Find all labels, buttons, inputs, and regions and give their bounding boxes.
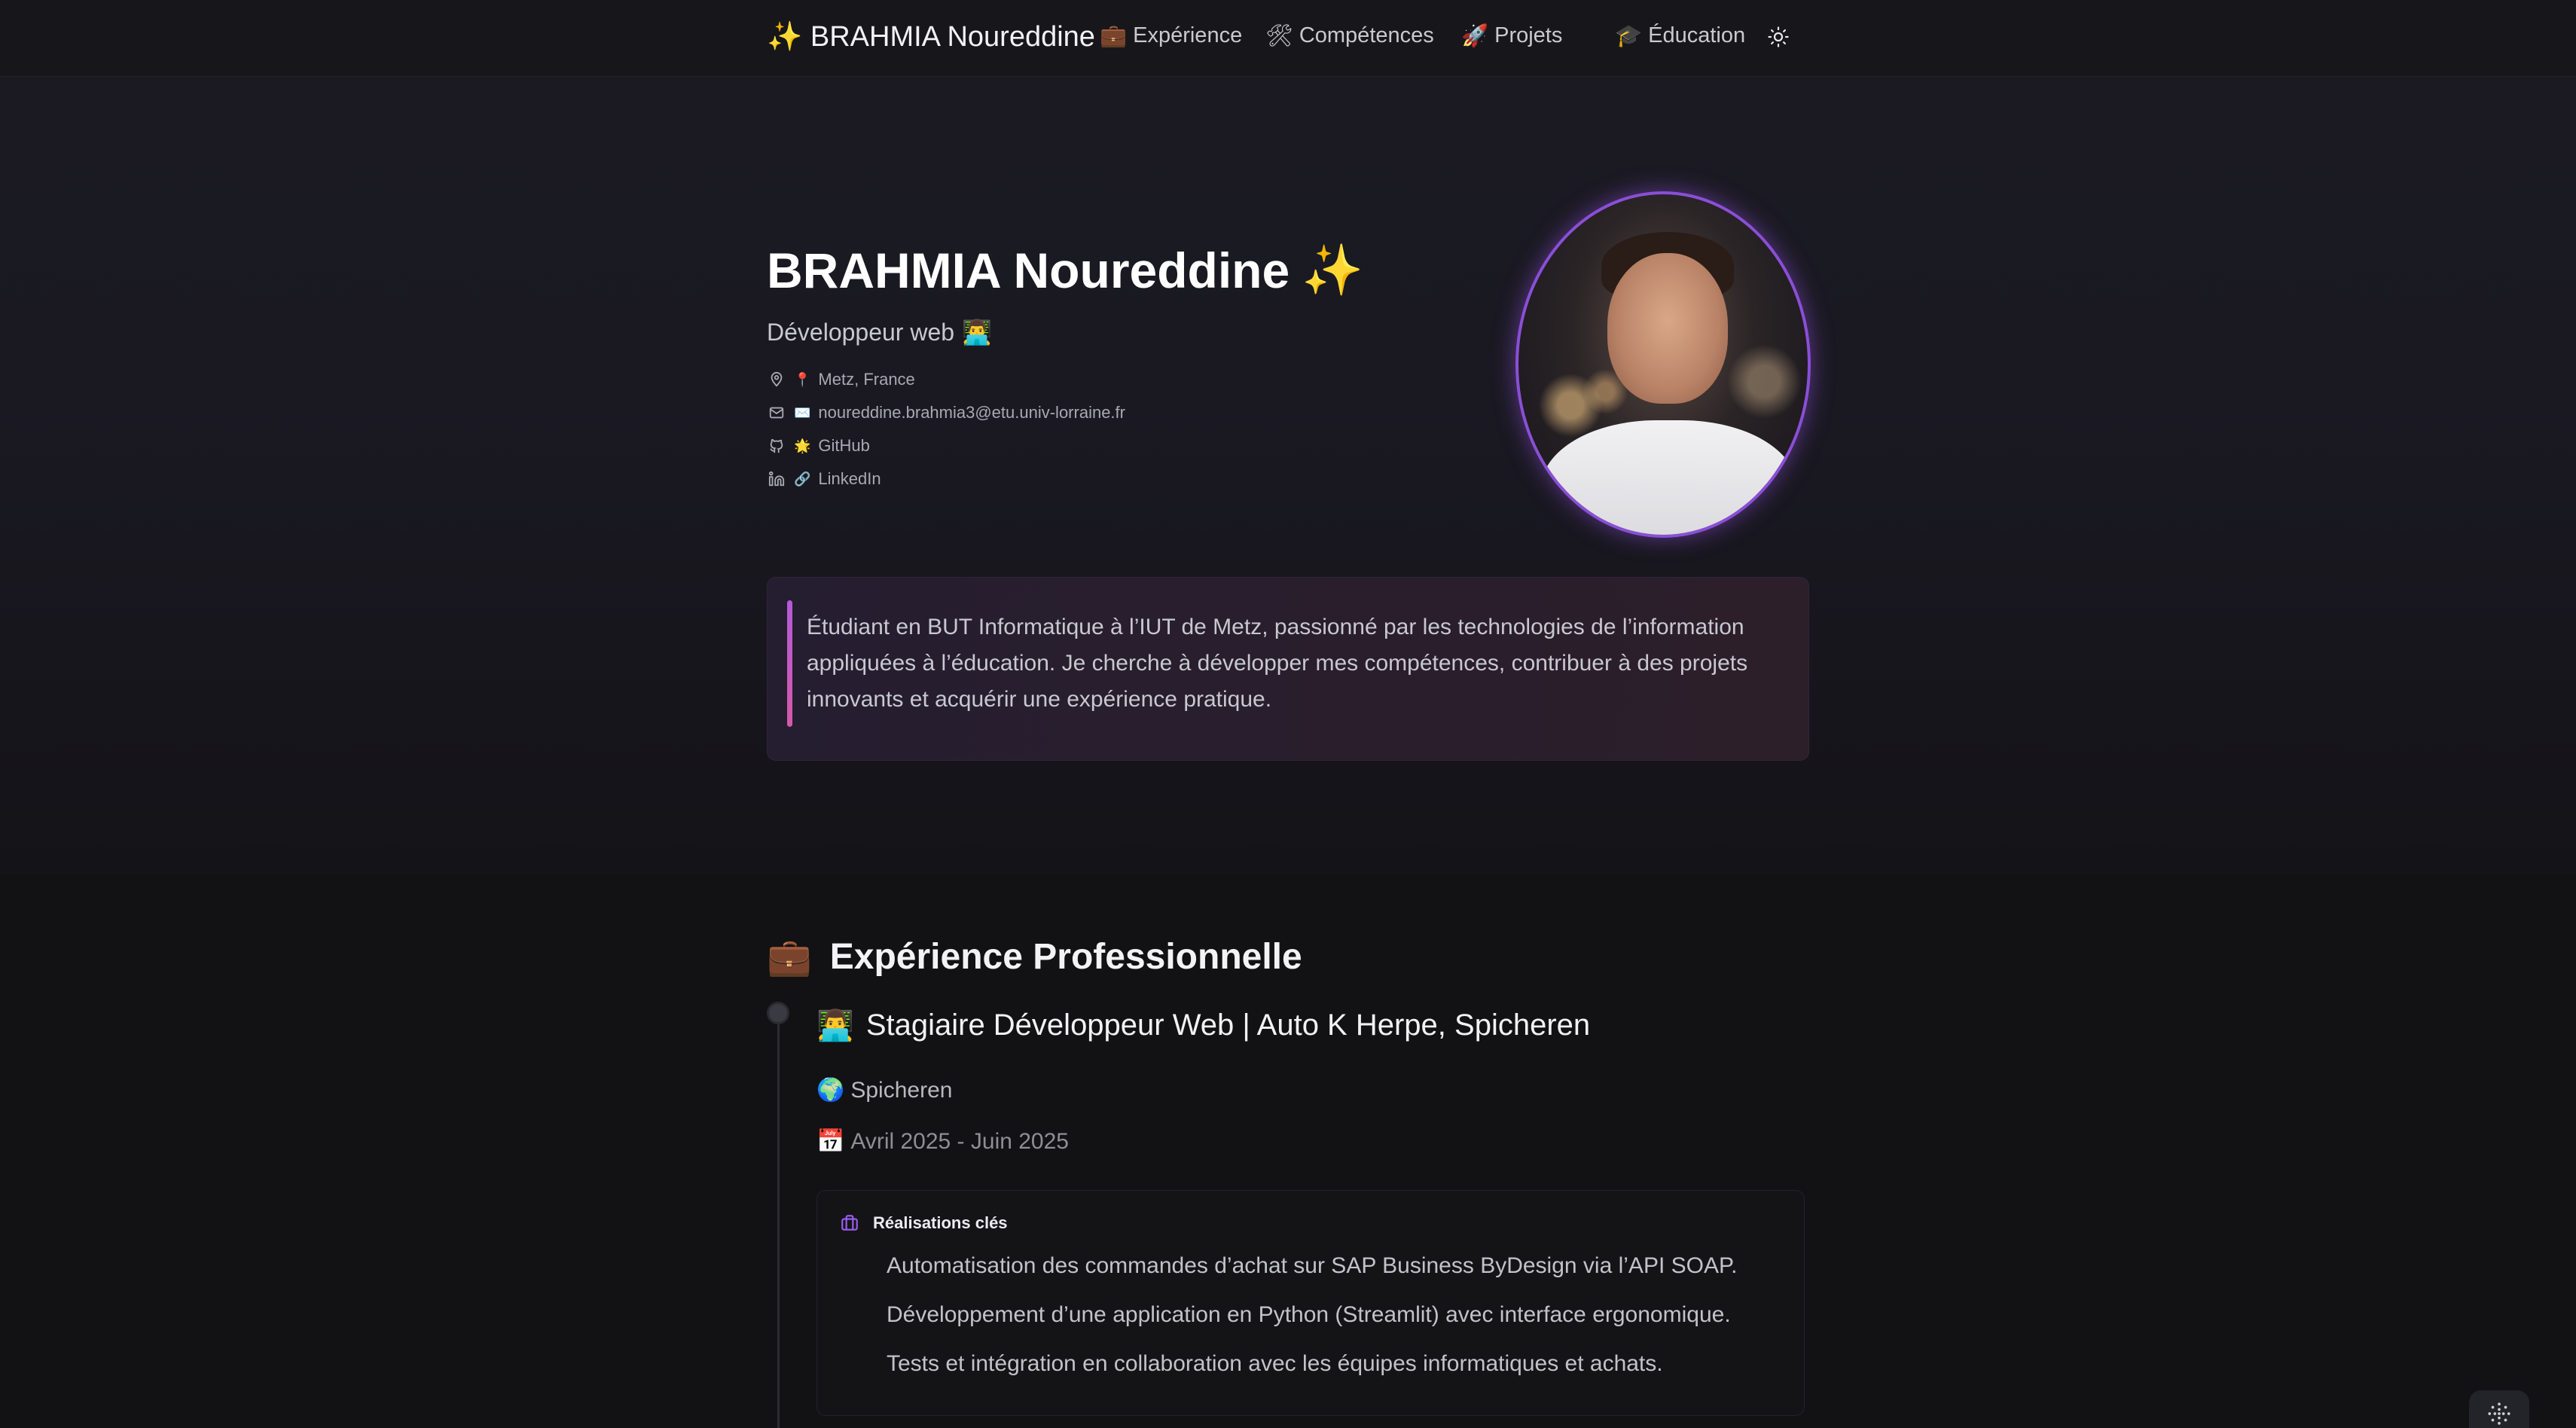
achievements-header: Réalisations clés <box>840 1213 1008 1233</box>
globe-icon: 🌍 <box>816 1077 845 1103</box>
timeline-dot <box>767 1002 789 1024</box>
job-role: Développeur web 👨‍💻 <box>767 318 992 346</box>
rocket-icon: 🚀 <box>1461 23 1489 48</box>
technologist-icon: 👨‍💻 <box>962 318 992 346</box>
contact-email[interactable]: ✉️ noureddine.brahmia3@etu.univ-lorraine… <box>767 396 1125 429</box>
contact-list: 📍 Metz, France ✉️ noureddine.brahmia3@et… <box>767 363 1125 496</box>
job-title: 👨‍💻 Stagiaire Développeur Web | Auto K H… <box>816 1008 1590 1043</box>
link-emoji-icon: 🔗 <box>794 471 811 487</box>
linkedin-icon <box>767 469 786 489</box>
job-title-text: Stagiaire Développeur Web | Auto K Herpe… <box>865 1008 1591 1042</box>
contact-text: LinkedIn <box>818 469 881 488</box>
contact-text: GitHub <box>818 436 870 455</box>
tools-icon: 🛠 <box>1265 23 1293 48</box>
nav-item-label: Éducation <box>1648 23 1746 47</box>
sun-icon <box>1768 26 1789 47</box>
top-navbar: ✨ BRAHMIA Noureddine 💼 Expérience 🛠 Comp… <box>0 0 2576 77</box>
job-location-text: Spicheren <box>850 1077 953 1103</box>
job-dates-text: Avril 2025 - Juin 2025 <box>850 1128 1069 1154</box>
achievements-title: Réalisations clés <box>873 1213 1008 1232</box>
contact-location: 📍 Metz, France <box>767 363 1125 396</box>
technologist-icon: 👨‍💻 <box>816 1008 854 1043</box>
bio-accent-bar <box>787 600 792 727</box>
briefcase-icon: 💼 <box>767 936 812 978</box>
contact-linkedin[interactable]: 🔗 LinkedIn <box>767 462 1125 496</box>
contact-text: Metz, France <box>818 370 915 389</box>
section-title: 💼 Expérience Professionnelle <box>767 935 1302 978</box>
avatar-face <box>1607 253 1728 404</box>
briefcase-icon: 💼 <box>1100 23 1128 48</box>
nav-item-skills[interactable]: 🛠 Compétences <box>1265 23 1434 49</box>
nav-item-label: Expérience <box>1133 23 1243 47</box>
theme-toggle-button[interactable] <box>1766 24 1791 50</box>
graduation-cap-icon: 🎓 <box>1615 23 1643 48</box>
achievements-list: Automatisation des commandes d’achat sur… <box>887 1250 1737 1396</box>
sparkles-icon: ✨ <box>1302 241 1364 299</box>
list-item: Développement d’une application en Pytho… <box>887 1302 1731 1327</box>
page-title: BRAHMIA Noureddine ✨ <box>767 241 1363 300</box>
list-item: Automatisation des commandes d’achat sur… <box>887 1253 1738 1278</box>
timeline-line <box>777 1011 780 1428</box>
bio-text: Étudiant en BUT Informatique à l’IUT de … <box>807 615 1748 712</box>
job-location: 🌍 Spicheren <box>816 1077 952 1103</box>
job-dates: 📅 Avril 2025 - Juin 2025 <box>816 1128 1069 1155</box>
avatar <box>1515 191 1811 538</box>
list-item: Tests et intégration en collaboration av… <box>887 1351 1663 1376</box>
map-pin-icon <box>767 370 786 389</box>
dots-grid-icon <box>2488 1402 2510 1425</box>
contact-github[interactable]: 🌟 GitHub <box>767 429 1125 462</box>
pin-emoji-icon: 📍 <box>794 371 811 388</box>
bio-card: Étudiant en BUT Informatique à l’IUT de … <box>767 577 1809 761</box>
role-text: Développeur web <box>767 318 955 346</box>
envelope-emoji-icon: ✉️ <box>794 404 811 421</box>
nav-item-projects[interactable]: 🚀 Projets <box>1461 23 1562 49</box>
section-title-text: Expérience Professionnelle <box>829 937 1302 977</box>
name-text: BRAHMIA Noureddine <box>767 243 1290 298</box>
github-icon <box>767 436 786 456</box>
mail-icon <box>767 403 786 423</box>
nav-item-label: Projets <box>1494 23 1563 47</box>
hero-section: BRAHMIA Noureddine ✨ Développeur web 👨‍💻… <box>0 77 2576 875</box>
contact-text: noureddine.brahmia3@etu.univ-lorraine.fr <box>818 403 1125 422</box>
experience-section: 💼 Expérience Professionnelle 👨‍💻 Stagiai… <box>767 875 1809 1428</box>
achievements-card: Réalisations clés Automatisation des com… <box>816 1190 1805 1416</box>
brand-link[interactable]: ✨ BRAHMIA Noureddine <box>767 20 1095 53</box>
avatar-shirt <box>1541 420 1797 535</box>
floating-widget-button[interactable] <box>2469 1390 2529 1428</box>
calendar-icon: 📅 <box>816 1128 845 1155</box>
star-emoji-icon: 🌟 <box>794 438 811 454</box>
nav: ✨ BRAHMIA Noureddine 💼 Expérience 🛠 Comp… <box>767 0 1809 74</box>
briefcase-outline-icon <box>841 1215 858 1231</box>
nav-item-experience[interactable]: 💼 Expérience <box>1100 23 1242 49</box>
nav-item-education[interactable]: 🎓 Éducation <box>1615 23 1745 49</box>
nav-item-label: Compétences <box>1299 23 1434 47</box>
